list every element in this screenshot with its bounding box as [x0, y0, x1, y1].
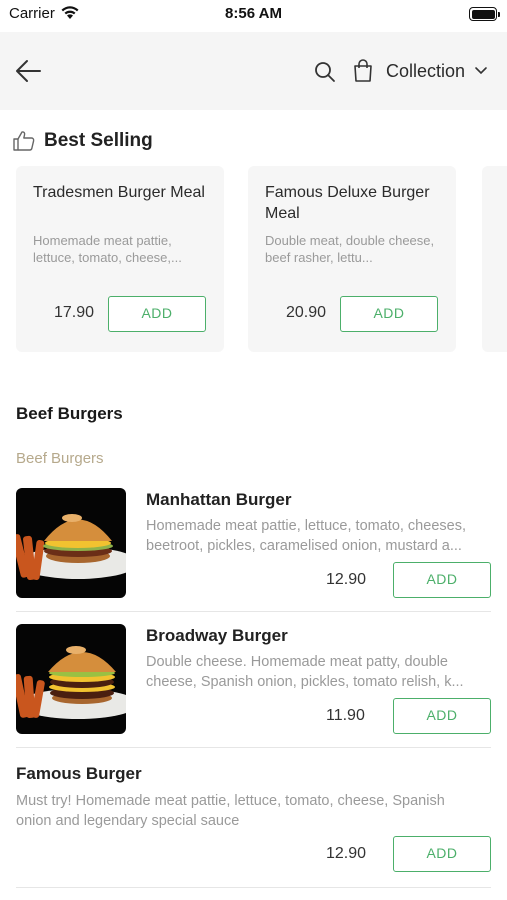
add-button[interactable]: ADD — [393, 698, 491, 734]
card-description: Homemade meat pattie, lettuce, tomato, c… — [33, 233, 182, 265]
item-divider — [16, 611, 491, 612]
item-divider — [16, 747, 491, 748]
status-time: 8:56 AM — [225, 5, 282, 22]
item-price: 12.90 — [326, 571, 367, 588]
item-description: Must try! Homemade meat pattie, lettuce,… — [16, 793, 445, 809]
card-name: Tradesmen Burger Meal — [33, 184, 205, 201]
menu-item[interactable]: Famous Burger Must try! Homemade meat pa… — [0, 762, 507, 886]
item-price: 11.90 — [326, 707, 365, 724]
best-selling-card[interactable]: Tradesmen Burger Meal Homemade meat patt… — [16, 166, 224, 352]
item-description: beetroot, pickles, caramelised onion, mu… — [146, 538, 462, 554]
item-divider — [16, 887, 491, 888]
add-button[interactable]: ADD — [393, 562, 491, 598]
back-arrow-icon[interactable] — [14, 58, 42, 84]
item-description: onion and legendary special sauce — [16, 813, 240, 829]
item-description: Homemade meat pattie, lettuce, tomato, c… — [146, 518, 466, 534]
burger-photo — [16, 488, 126, 598]
item-description: Double cheese. Homemade meat patty, doub… — [146, 654, 448, 670]
item-price: 12.90 — [326, 845, 367, 862]
thumbs-up-icon — [13, 131, 35, 151]
top-nav-bar: Collection — [0, 32, 507, 110]
add-button[interactable]: ADD — [340, 296, 438, 332]
item-description: cheese, Spanish onion, pickles, tomato r… — [146, 674, 464, 690]
search-icon[interactable] — [314, 61, 336, 83]
item-name: Manhattan Burger — [146, 490, 292, 509]
card-price: 17.90 — [54, 304, 95, 321]
burger-photo — [16, 624, 126, 734]
section-subtitle: Beef Burgers — [16, 450, 104, 467]
chevron-down-icon[interactable] — [474, 66, 488, 76]
item-name: Broadway Burger — [146, 626, 288, 645]
status-bar: Carrier 8:56 AM — [0, 0, 507, 30]
add-button[interactable]: ADD — [393, 836, 491, 872]
best-selling-card-partial[interactable] — [482, 166, 507, 352]
menu-item[interactable]: Broadway Burger Double cheese. Homemade … — [0, 624, 507, 748]
section-title: Beef Burgers — [16, 404, 123, 423]
menu-item[interactable]: Manhattan Burger Homemade meat pattie, l… — [0, 488, 507, 612]
item-name: Famous Burger — [16, 764, 142, 783]
card-description: Double meat, double cheese, beef rasher,… — [265, 233, 435, 265]
shopping-bag-icon[interactable] — [353, 59, 373, 83]
card-price: 20.90 — [286, 304, 327, 321]
add-button[interactable]: ADD — [108, 296, 206, 332]
battery-icon — [469, 7, 500, 21]
best-selling-title: Best Selling — [44, 130, 153, 151]
best-selling-card[interactable]: Famous Deluxe Burger Meal Double meat, d… — [248, 166, 456, 352]
collection-dropdown[interactable]: Collection — [386, 61, 465, 82]
card-name: Famous Deluxe Burger Meal — [265, 184, 430, 222]
